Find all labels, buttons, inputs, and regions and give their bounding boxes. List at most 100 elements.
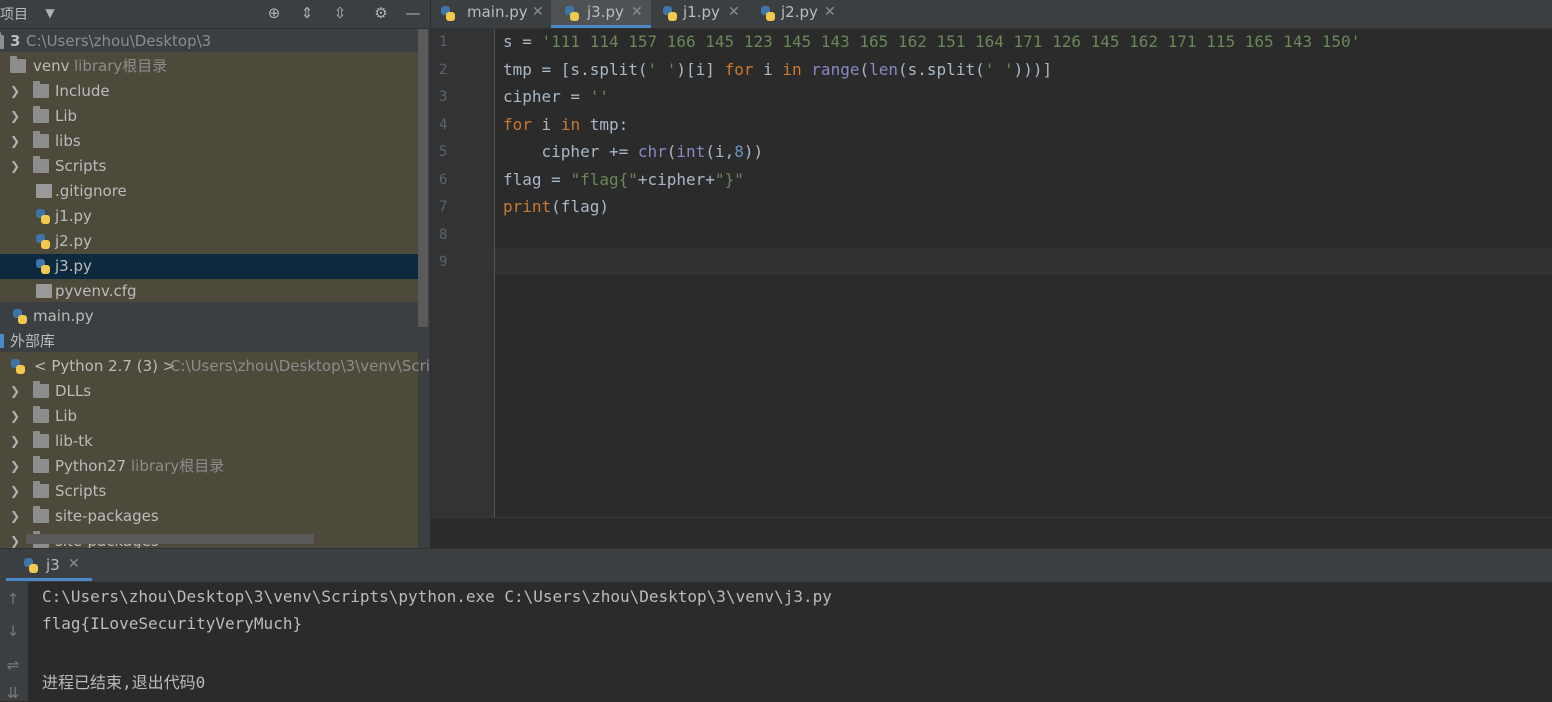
line-number: 8: [439, 227, 448, 243]
tree-item-label: 3: [10, 32, 21, 50]
tab-j2-py[interactable]: j2.py ✕: [751, 0, 847, 28]
tree-item-libs[interactable]: ❯ libs: [0, 129, 418, 154]
code-line: s = '111 114 157 166 145 123 145 143 165…: [503, 32, 1361, 51]
tree-item-lib-tk[interactable]: ❯ lib-tk: [0, 429, 418, 454]
python-file-icon: [565, 6, 579, 22]
expand-all-icon[interactable]: ⇕: [297, 3, 317, 23]
ignore-file-icon: [36, 184, 52, 198]
chevron-right-icon[interactable]: ❯: [8, 154, 22, 179]
locate-icon[interactable]: ⊕: [264, 3, 284, 23]
tree-item-dlls[interactable]: ❯ DLLs: [0, 379, 418, 404]
tree-item-main[interactable]: main.py: [0, 304, 418, 329]
code-lines[interactable]: s = '111 114 157 166 145 123 145 143 165…: [495, 29, 1552, 517]
tree-item-python-sdk[interactable]: < Python 2.7 (3) > C:\Users\zhou\Desktop…: [0, 354, 430, 379]
code-line: cipher += chr(int(i,8)): [503, 142, 764, 161]
line-number: 5: [439, 144, 448, 160]
tree-item-lib[interactable]: ❯ Lib: [0, 104, 418, 129]
tree-item-label: < Python 2.7 (3) >: [34, 357, 176, 375]
tree-item-python27[interactable]: ❯ Python27 library根目录: [0, 454, 418, 479]
tree-item-root[interactable]: 3 C:\Users\zhou\Desktop\3: [0, 29, 418, 54]
close-icon[interactable]: ✕: [68, 556, 80, 572]
chevron-right-icon[interactable]: ❯: [8, 129, 22, 154]
tree-item-hint: library根目录: [74, 57, 168, 75]
tree-item-label: 外部库: [10, 332, 56, 350]
tree-item-label: Lib: [55, 107, 78, 125]
hide-icon[interactable]: —: [403, 3, 423, 23]
tree-item-label: venv: [33, 57, 70, 75]
python-sdk-icon: [11, 359, 27, 374]
tree-item-label: lib-tk: [55, 432, 93, 450]
tree-item-site-packages[interactable]: ❯ site-packages: [0, 504, 418, 529]
tree-item-label: Python27: [55, 457, 127, 475]
tab-j1-py[interactable]: j1.py ✕: [653, 0, 749, 28]
chevron-right-icon[interactable]: ❯: [8, 529, 22, 548]
close-icon[interactable]: ✕: [824, 0, 836, 24]
folder-icon: [33, 81, 49, 98]
close-icon[interactable]: ✕: [532, 0, 544, 24]
vertical-scrollbar[interactable]: [418, 29, 428, 327]
python-file-icon: [36, 234, 52, 249]
tab-label: j3.py: [587, 3, 624, 21]
chevron-right-icon[interactable]: ❯: [8, 104, 22, 129]
python-file-icon: [663, 6, 677, 22]
chevron-right-icon[interactable]: ❯: [8, 454, 22, 479]
soft-wrap-icon[interactable]: ⇌: [3, 656, 23, 674]
code-line: print(flag): [503, 197, 609, 216]
line-number: 1: [439, 34, 448, 50]
tree-item-j1[interactable]: j1.py: [0, 204, 418, 229]
tree-item-gitignore[interactable]: .gitignore: [0, 179, 418, 204]
line-number-gutter: 1 2 3 4 5 6 7 8 9: [431, 29, 495, 517]
run-tab-label: j3: [46, 556, 60, 574]
tab-label: j2.py: [781, 3, 818, 21]
tree-item-label: Lib: [55, 407, 78, 425]
folder-icon: [33, 156, 49, 173]
python-file-icon: [36, 209, 52, 224]
collapse-all-icon[interactable]: ⇳: [330, 3, 350, 23]
tree-item-label: libs: [55, 132, 81, 150]
folder-icon: [33, 481, 49, 498]
run-console[interactable]: C:\Users\zhou\Desktop\3\venv\Scripts\pyt…: [28, 582, 1552, 701]
horizontal-scrollbar[interactable]: [26, 534, 314, 544]
close-icon[interactable]: ✕: [631, 0, 643, 24]
run-tab-indicator: [6, 578, 92, 581]
scroll-down-icon[interactable]: ↓: [3, 622, 23, 640]
close-icon[interactable]: ✕: [728, 0, 740, 24]
tree-item-external-libraries[interactable]: 外部库: [0, 329, 418, 354]
tree-item-scripts[interactable]: ❯ Scripts: [0, 154, 418, 179]
editor-bottom-area: [431, 517, 1552, 549]
tree-item-venv[interactable]: venv library根目录: [0, 54, 418, 79]
code-line: for i in tmp:: [503, 115, 629, 134]
tree-item-sdk-scripts[interactable]: ❯ Scripts: [0, 479, 418, 504]
folder-icon: [33, 406, 49, 423]
tree-item-j2[interactable]: j2.py: [0, 229, 418, 254]
chevron-right-icon[interactable]: ❯: [8, 379, 22, 404]
scroll-to-end-icon[interactable]: ⇊: [3, 684, 23, 702]
line-number: 3: [439, 89, 448, 105]
tab-main-py[interactable]: main.py ✕: [431, 0, 549, 28]
line-number: 6: [439, 172, 448, 188]
line-number: 9: [439, 254, 448, 270]
tree-item-pyvenv-cfg[interactable]: pyvenv.cfg: [0, 279, 418, 304]
chevron-right-icon[interactable]: ❯: [8, 404, 22, 429]
tree-item-label: j3.py: [55, 257, 92, 275]
tree-item-label: site-packages: [55, 507, 159, 525]
folder-icon: [33, 106, 49, 123]
code-line: cipher = '': [503, 87, 609, 106]
chevron-right-icon[interactable]: ❯: [8, 479, 22, 504]
python-file-icon: [36, 259, 52, 274]
gear-icon[interactable]: ⚙: [371, 3, 391, 23]
project-panel: 项目 ▼ ⊕ ⇕ ⇳ ⚙ — 3 C:\Users\zhou\Desktop\3…: [0, 0, 430, 548]
line-number: 2: [439, 62, 448, 78]
run-panel-header: j3 ✕: [0, 548, 1552, 582]
chevron-right-icon[interactable]: ❯: [8, 79, 22, 104]
tree-item-sdk-lib[interactable]: ❯ Lib: [0, 404, 418, 429]
project-title[interactable]: 项目: [0, 4, 28, 24]
chevron-right-icon[interactable]: ❯: [8, 504, 22, 529]
tree-item-include[interactable]: ❯ Include: [0, 79, 418, 104]
chevron-down-icon[interactable]: ▼: [40, 3, 60, 23]
tree-item-j3[interactable]: j3.py: [0, 254, 418, 279]
tab-j3-py[interactable]: j3.py ✕: [551, 0, 651, 28]
console-line: flag{ILoveSecurityVeryMuch}: [42, 614, 303, 633]
chevron-right-icon[interactable]: ❯: [8, 429, 22, 454]
scroll-up-icon[interactable]: ↑: [3, 590, 23, 608]
